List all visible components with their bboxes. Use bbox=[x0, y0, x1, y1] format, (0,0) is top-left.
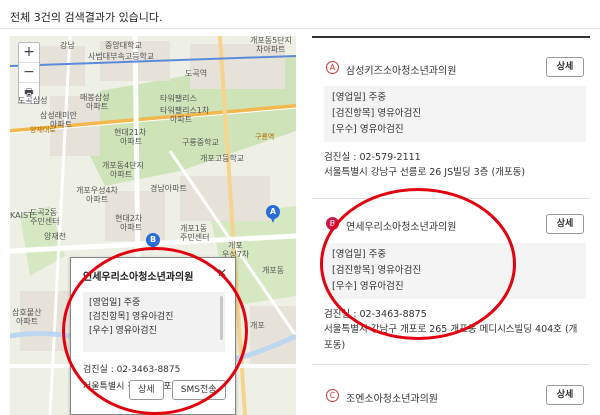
sms-send-button[interactable]: SMS전송 bbox=[171, 380, 226, 400]
detail-button[interactable]: 상세 bbox=[546, 385, 584, 405]
map-label: 개포 bbox=[228, 241, 243, 250]
map-label: 아파트 bbox=[120, 137, 143, 146]
result-list: A 삼성키즈소아청소년과의원 상세 [영업일] 주중 [검진항목] 영유아검진 … bbox=[312, 36, 590, 415]
clinic-name[interactable]: 조엔소아청소년과의원 bbox=[346, 390, 438, 405]
clinic-name[interactable]: 삼성키즈소아청소년과의원 bbox=[346, 62, 456, 77]
detail-button[interactable]: 상세 bbox=[546, 214, 584, 234]
map-label: 경남아파트 bbox=[150, 184, 187, 193]
map-label: 개포동 bbox=[262, 266, 285, 275]
map-label: 도곡2동 bbox=[30, 208, 58, 217]
map-label: 도곡역 bbox=[185, 69, 208, 78]
divider bbox=[312, 364, 590, 365]
divider bbox=[312, 198, 590, 199]
map-label: 현대2차 bbox=[115, 214, 143, 223]
popup-info-line: [우수] 영유아검진 bbox=[89, 326, 157, 336]
map-label: 개포1동 bbox=[180, 224, 208, 233]
map-label: 개포우성4차 bbox=[76, 186, 118, 195]
clinic-address: 서울특별시 강남구 개포로 265 개포동 메디시스빌딩 404호 (개포동) bbox=[324, 324, 578, 351]
popup-info-box: [영업일] 주중 [검진항목] 영유아검진 [우수] 영유아검진 bbox=[83, 292, 225, 352]
map-label: 주민센터 bbox=[30, 217, 60, 226]
popup-detail-button[interactable]: 상세 bbox=[129, 380, 164, 400]
map-label: 타워팰리스1차 bbox=[160, 106, 210, 115]
map-label: 타워팰리스 bbox=[160, 94, 197, 103]
map-label: 아파트 bbox=[120, 223, 143, 232]
map-label: 현대21차 bbox=[114, 128, 147, 137]
map-label: 삼호물산 bbox=[12, 308, 42, 317]
marker-label: B bbox=[146, 233, 160, 247]
clinic-phone: 검진실 : 02-579-2111 bbox=[324, 152, 421, 163]
map-label: 개포동4단지 bbox=[102, 161, 144, 170]
zoom-in-button[interactable]: + bbox=[19, 43, 39, 63]
result-count-text: 전체 3건의 검색결과가 있습니다. bbox=[10, 11, 163, 24]
map-zoom-control: + − 🖶 bbox=[18, 42, 40, 104]
popup-clinic-name: 연세우리소아청소년과의원 bbox=[83, 272, 194, 283]
map-label: 사범대부속고등학교 bbox=[88, 52, 155, 61]
map-label: 주민센터 bbox=[180, 233, 210, 242]
map-label: 아파트 bbox=[170, 115, 193, 124]
badge-b: B bbox=[326, 217, 339, 230]
close-icon[interactable]: ✕ bbox=[217, 266, 227, 280]
road-label: 양재대로 bbox=[30, 126, 56, 134]
zoom-out-button[interactable]: − bbox=[19, 63, 39, 83]
clinic-address: 서울특별시 강남구 선릉로 26 JS빌딩 3층 (개포동) bbox=[324, 167, 526, 178]
badge-c: C bbox=[326, 389, 339, 402]
info-line: [검진항목] 영유아검진 bbox=[332, 265, 422, 276]
map-label: 중앙대학교 bbox=[105, 41, 142, 50]
map-label: 양재천 bbox=[44, 232, 67, 241]
info-line: [영업일] 주중 bbox=[332, 92, 387, 103]
map-marker-a[interactable]: A bbox=[266, 205, 280, 223]
popup-info-line: [영업일] 주중 bbox=[89, 298, 141, 308]
info-line: [우수] 영유아검진 bbox=[332, 124, 404, 135]
info-box: [영업일] 주중 [검진항목] 영유아검진 [우수] 영유아검진 bbox=[324, 86, 586, 142]
map-marker-b[interactable]: B bbox=[146, 233, 160, 251]
map-label: 아파트 bbox=[86, 195, 109, 204]
map-label: 아파트 bbox=[16, 317, 39, 326]
info-box: [영업일] 주중 [검진항목] 영유아검진 [우수] 영유아검진 bbox=[324, 243, 586, 299]
map-label: 강남 bbox=[60, 41, 75, 50]
popup-buttons: 상세 SMS전송 bbox=[129, 380, 226, 400]
map-label: 아파트 bbox=[86, 102, 109, 111]
header-divider bbox=[0, 28, 600, 29]
marker-label: A bbox=[266, 205, 280, 219]
map-label: 도곡삼성 bbox=[18, 96, 48, 105]
map-label: 매봉삼성 bbox=[80, 93, 110, 102]
info-line: [영업일] 주중 bbox=[332, 249, 387, 260]
map-label: 개포동5단지 bbox=[250, 36, 292, 45]
road-label: 구룡역 bbox=[255, 133, 275, 141]
map-label: 개포 bbox=[250, 321, 265, 330]
clinic-name[interactable]: 연세우리소아청소년과의원 bbox=[346, 218, 456, 233]
popup-info-line: [검진항목] 영유아검진 bbox=[89, 312, 174, 322]
map-label: 차아파트 bbox=[256, 45, 286, 54]
map-label: 아파트 bbox=[110, 170, 133, 179]
detail-button[interactable]: 상세 bbox=[546, 57, 584, 77]
clinic-phone: 검진실 : 02-3463-8875 bbox=[324, 309, 427, 320]
popup-scrollbar[interactable] bbox=[220, 296, 223, 340]
map-info-popup: 연세우리소아청소년과의원 ✕ [영업일] 주중 [검진항목] 영유아검진 [우수… bbox=[70, 257, 236, 415]
map-label: 삼성래미안 bbox=[40, 111, 77, 120]
badge-a: A bbox=[326, 61, 339, 74]
info-line: [우수] 영유아검진 bbox=[332, 281, 404, 292]
popup-phone: 검진실 : 02-3463-8875 bbox=[83, 365, 181, 375]
info-line: [검진항목] 영유아검진 bbox=[332, 108, 422, 119]
map-label: 구룡중학교 bbox=[182, 138, 219, 147]
map-label: 개포고등학교 bbox=[200, 154, 245, 163]
